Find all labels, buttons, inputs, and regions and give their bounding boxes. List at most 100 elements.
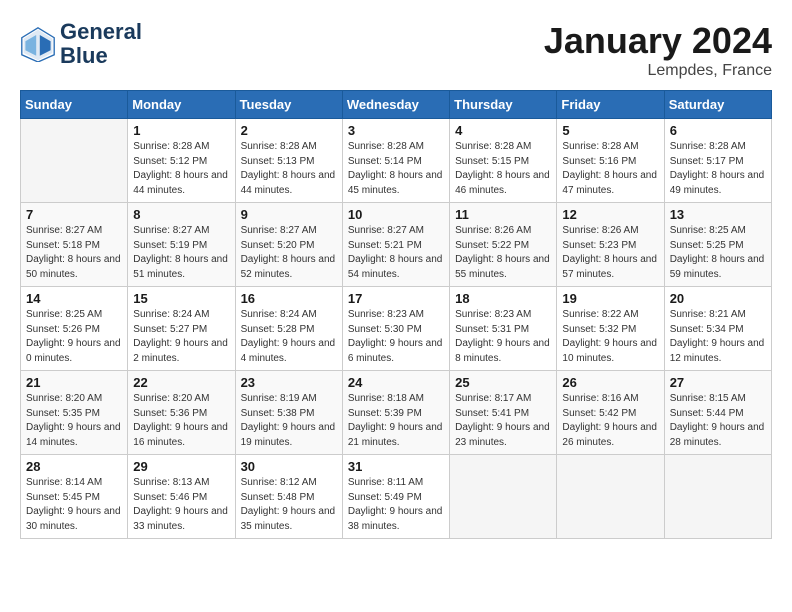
day-info: Sunrise: 8:21 AMSunset: 5:34 PMDaylight:… [670,308,767,366]
day-info: Sunrise: 8:24 AMSunset: 5:28 PMDaylight:… [241,308,338,366]
day-number: 25 [455,375,552,390]
day-info: Sunrise: 8:27 AMSunset: 5:20 PMDaylight:… [241,224,338,282]
day-number: 27 [670,375,767,390]
calendar-cell: 20 Sunrise: 8:21 AMSunset: 5:34 PMDayligh… [664,287,771,371]
calendar-cell: 23 Sunrise: 8:19 AMSunset: 5:38 PMDayligh… [235,371,342,455]
day-number: 23 [241,375,338,390]
calendar-cell [450,455,557,539]
calendar-cell: 30Sunrise: 8:12 AMSunset: 5:48 PMDayligh… [235,455,342,539]
logo-icon [20,26,56,62]
calendar-cell: 14 Sunrise: 8:25 AMSunset: 5:26 PMDayligh… [21,287,128,371]
day-info: Sunrise: 8:13 AMSunset: 5:46 PMDaylight:… [133,476,230,534]
weekday-header: Friday [557,91,664,119]
day-info: Sunrise: 8:27 AMSunset: 5:18 PMDaylight:… [26,224,123,282]
day-info: Sunrise: 8:20 AMSunset: 5:36 PMDaylight:… [133,392,230,450]
calendar-week-row: 7 Sunrise: 8:27 AMSunset: 5:18 PMDaylight… [21,203,772,287]
day-info: Sunrise: 8:22 AMSunset: 5:32 PMDaylight:… [562,308,659,366]
weekday-header: Tuesday [235,91,342,119]
day-number: 11 [455,207,552,222]
location: Lempdes, France [544,62,772,80]
calendar-cell: 13Sunrise: 8:25 AMSunset: 5:25 PMDayligh… [664,203,771,287]
page-header: General Blue January 2024 Lempdes, Franc… [20,20,772,80]
day-info: Sunrise: 8:11 AMSunset: 5:49 PMDaylight:… [348,476,445,534]
calendar-cell: 25 Sunrise: 8:17 AMSunset: 5:41 PMDayligh… [450,371,557,455]
day-info: Sunrise: 8:25 AMSunset: 5:26 PMDaylight:… [26,308,123,366]
day-info: Sunrise: 8:28 AMSunset: 5:13 PMDaylight:… [241,140,338,198]
calendar-cell: 2 Sunrise: 8:28 AMSunset: 5:13 PMDaylight… [235,119,342,203]
weekday-header: Sunday [21,91,128,119]
day-info: Sunrise: 8:17 AMSunset: 5:41 PMDaylight:… [455,392,552,450]
day-number: 19 [562,291,659,306]
day-number: 15 [133,291,230,306]
calendar-cell [664,455,771,539]
day-number: 7 [26,207,123,222]
calendar-cell: 22 Sunrise: 8:20 AMSunset: 5:36 PMDayligh… [128,371,235,455]
logo: General Blue [20,20,142,68]
day-info: Sunrise: 8:23 AMSunset: 5:31 PMDaylight:… [455,308,552,366]
day-number: 6 [670,123,767,138]
day-number: 21 [26,375,123,390]
calendar-week-row: 1 Sunrise: 8:28 AMSunset: 5:12 PMDaylight… [21,119,772,203]
day-number: 1 [133,123,230,138]
calendar-cell: 18 Sunrise: 8:23 AMSunset: 5:31 PMDayligh… [450,287,557,371]
day-info: Sunrise: 8:19 AMSunset: 5:38 PMDaylight:… [241,392,338,450]
calendar-cell: 5 Sunrise: 8:28 AMSunset: 5:16 PMDaylight… [557,119,664,203]
day-number: 30 [241,459,338,474]
day-info: Sunrise: 8:26 AMSunset: 5:22 PMDaylight:… [455,224,552,282]
calendar-cell: 6 Sunrise: 8:28 AMSunset: 5:17 PMDaylight… [664,119,771,203]
calendar-cell: 11 Sunrise: 8:26 AMSunset: 5:22 PMDayligh… [450,203,557,287]
calendar-cell: 3 Sunrise: 8:28 AMSunset: 5:14 PMDaylight… [342,119,449,203]
day-number: 22 [133,375,230,390]
calendar-table: SundayMondayTuesdayWednesdayThursdayFrid… [20,90,772,539]
logo-line2: Blue [60,44,142,68]
day-number: 20 [670,291,767,306]
day-number: 3 [348,123,445,138]
month-title: January 2024 [544,20,772,62]
calendar-cell: 26Sunrise: 8:16 AMSunset: 5:42 PMDayligh… [557,371,664,455]
calendar-cell: 31 Sunrise: 8:11 AMSunset: 5:49 PMDayligh… [342,455,449,539]
logo-line1: General [60,20,142,44]
day-number: 2 [241,123,338,138]
calendar-cell: 16 Sunrise: 8:24 AMSunset: 5:28 PMDayligh… [235,287,342,371]
day-info: Sunrise: 8:23 AMSunset: 5:30 PMDaylight:… [348,308,445,366]
day-info: Sunrise: 8:20 AMSunset: 5:35 PMDaylight:… [26,392,123,450]
title-block: January 2024 Lempdes, France [544,20,772,80]
calendar-week-row: 28 Sunrise: 8:14 AMSunset: 5:45 PMDayligh… [21,455,772,539]
day-info: Sunrise: 8:18 AMSunset: 5:39 PMDaylight:… [348,392,445,450]
calendar-week-row: 21 Sunrise: 8:20 AMSunset: 5:35 PMDayligh… [21,371,772,455]
day-info: Sunrise: 8:27 AMSunset: 5:19 PMDaylight:… [133,224,230,282]
calendar-cell [557,455,664,539]
day-number: 13 [670,207,767,222]
calendar-cell: 12Sunrise: 8:26 AMSunset: 5:23 PMDayligh… [557,203,664,287]
day-number: 5 [562,123,659,138]
weekday-header: Thursday [450,91,557,119]
day-info: Sunrise: 8:16 AMSunset: 5:42 PMDaylight:… [562,392,659,450]
calendar-cell: 29 Sunrise: 8:13 AMSunset: 5:46 PMDayligh… [128,455,235,539]
weekday-header: Wednesday [342,91,449,119]
day-info: Sunrise: 8:28 AMSunset: 5:16 PMDaylight:… [562,140,659,198]
calendar-week-row: 14 Sunrise: 8:25 AMSunset: 5:26 PMDayligh… [21,287,772,371]
calendar-cell: 19 Sunrise: 8:22 AMSunset: 5:32 PMDayligh… [557,287,664,371]
day-number: 28 [26,459,123,474]
day-number: 18 [455,291,552,306]
day-info: Sunrise: 8:28 AMSunset: 5:17 PMDaylight:… [670,140,767,198]
day-number: 14 [26,291,123,306]
day-info: Sunrise: 8:15 AMSunset: 5:44 PMDaylight:… [670,392,767,450]
day-info: Sunrise: 8:28 AMSunset: 5:12 PMDaylight:… [133,140,230,198]
weekday-header: Saturday [664,91,771,119]
day-number: 31 [348,459,445,474]
calendar-cell: 24Sunrise: 8:18 AMSunset: 5:39 PMDayligh… [342,371,449,455]
weekday-header: Monday [128,91,235,119]
calendar-cell: 7 Sunrise: 8:27 AMSunset: 5:18 PMDaylight… [21,203,128,287]
day-number: 16 [241,291,338,306]
calendar-cell: 28 Sunrise: 8:14 AMSunset: 5:45 PMDayligh… [21,455,128,539]
day-number: 4 [455,123,552,138]
calendar-cell: 21 Sunrise: 8:20 AMSunset: 5:35 PMDayligh… [21,371,128,455]
calendar-cell: 1 Sunrise: 8:28 AMSunset: 5:12 PMDaylight… [128,119,235,203]
calendar-cell: 8Sunrise: 8:27 AMSunset: 5:19 PMDaylight… [128,203,235,287]
day-info: Sunrise: 8:28 AMSunset: 5:14 PMDaylight:… [348,140,445,198]
day-number: 29 [133,459,230,474]
calendar-cell: 10Sunrise: 8:27 AMSunset: 5:21 PMDayligh… [342,203,449,287]
calendar-cell: 9Sunrise: 8:27 AMSunset: 5:20 PMDaylight… [235,203,342,287]
day-info: Sunrise: 8:14 AMSunset: 5:45 PMDaylight:… [26,476,123,534]
